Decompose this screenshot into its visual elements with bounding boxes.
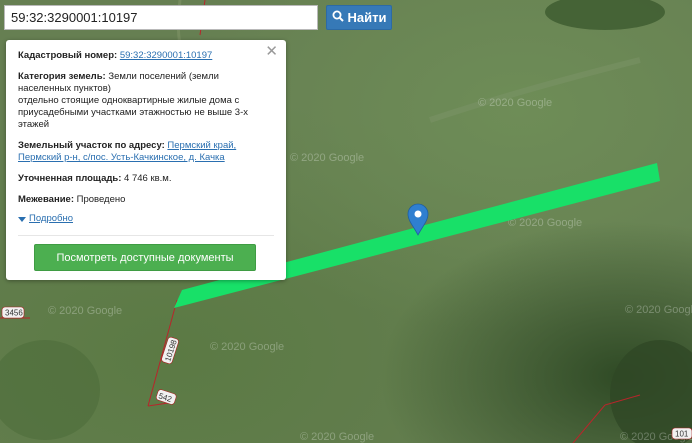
area-row: Уточненная площадь: 4 746 кв.м.	[18, 173, 274, 185]
caret-down-icon	[18, 216, 26, 222]
survey-row: Межевание: Проведено	[18, 194, 274, 206]
search-button-label: Найти	[347, 10, 387, 25]
close-icon[interactable]: ✕	[265, 44, 278, 59]
watermark-text: © 2020 Google	[300, 431, 374, 443]
search-icon	[332, 10, 344, 25]
popup-divider	[18, 235, 274, 236]
survey-label: Межевание:	[18, 194, 74, 205]
area-label: Уточненная площадь:	[18, 173, 122, 184]
address-label: Земельный участок по адресу:	[18, 140, 165, 151]
survey-value: Проведено	[76, 194, 126, 205]
watermark-text: © 2020 Google	[625, 304, 692, 316]
cadastral-number-row: Кадастровый номер: 59:32:3290001:10197	[18, 50, 274, 62]
view-documents-button[interactable]: Посмотреть доступные документы	[34, 244, 256, 271]
address-row: Земельный участок по адресу: Пермский кр…	[18, 140, 274, 164]
cadastral-number-label: Кадастровый номер:	[18, 50, 118, 61]
watermark-text: © 2020 Google	[508, 217, 582, 229]
watermark-text: © 2020 Google	[478, 97, 552, 109]
parcel-info-popup: ✕ Кадастровый номер: 59:32:3290001:10197…	[6, 40, 286, 280]
details-toggle[interactable]: Подробно	[18, 213, 274, 225]
watermark-text: © 2020 Google	[210, 341, 284, 353]
land-category-row: Категория земель: Земли поселений (земли…	[18, 71, 274, 131]
cadastral-number-link[interactable]: 59:32:3290001:10197	[120, 50, 212, 61]
watermark-text: © 2020 Google	[48, 305, 122, 317]
parcel-label: 3456	[5, 309, 23, 318]
permitted-use-text: отдельно стоящие одноквартирные жилые до…	[18, 95, 248, 130]
search-input[interactable]	[4, 5, 318, 30]
land-category-label: Категория земель:	[18, 71, 106, 82]
details-link[interactable]: Подробно	[29, 213, 73, 225]
watermark-text: © 2020 Google	[290, 152, 364, 164]
search-button[interactable]: Найти	[326, 5, 392, 30]
area-value: 4 746 кв.м.	[124, 173, 172, 184]
parcel-label: 101	[675, 430, 689, 439]
